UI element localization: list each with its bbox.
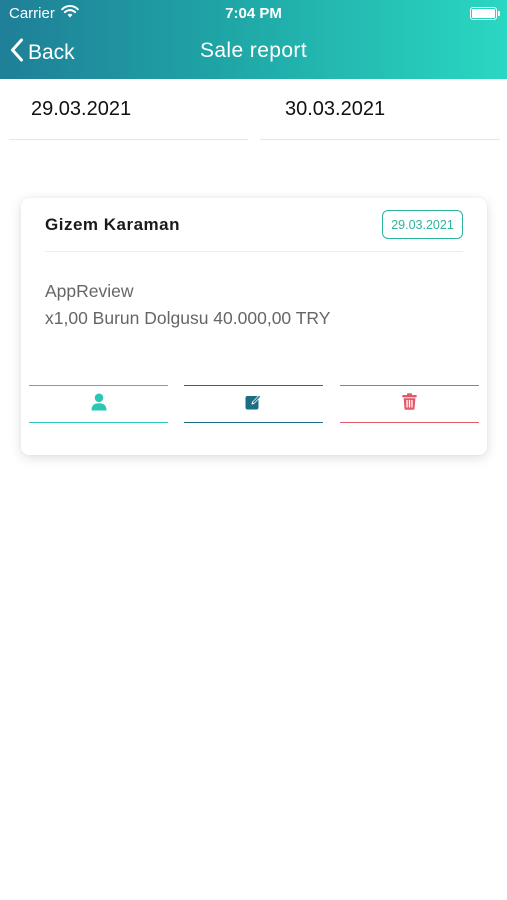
end-date-value: 30.03.2021 [285,97,386,120]
edit-icon [245,394,262,415]
status-bar: Carrier 7:04 PM [0,0,507,28]
sale-line-item: x1,00 Burun Dolgusu 40.000,00 TRY [45,308,331,328]
user-icon [91,393,107,416]
sale-card-header: Gizem Karaman 29.03.2021 [21,198,487,252]
sale-source: AppReview [45,281,134,301]
status-time: 7:04 PM [225,5,282,22]
customer-button[interactable] [29,385,168,423]
page-title: Sale report [199,39,308,62]
app-header: Carrier 7:04 PM Back Sale report [0,0,507,79]
card-divider [45,251,463,252]
trash-icon [402,393,417,415]
customer-name: Gizem Karaman [45,215,180,234]
battery-icon [470,7,500,20]
sale-card: Gizem Karaman 29.03.2021 AppReview x1,00… [21,198,487,455]
end-date-field[interactable]: 30.03.2021 [260,79,500,140]
edit-button[interactable] [184,385,323,423]
sale-date-badge: 29.03.2021 [382,210,463,239]
start-date-value: 29.03.2021 [31,97,132,120]
navigation-bar: Back Sale report [0,28,507,79]
delete-button[interactable] [340,385,479,423]
sale-details: AppReview x1,00 Burun Dolgusu 40.000,00 … [45,278,330,332]
start-date-field[interactable]: 29.03.2021 [9,79,248,140]
